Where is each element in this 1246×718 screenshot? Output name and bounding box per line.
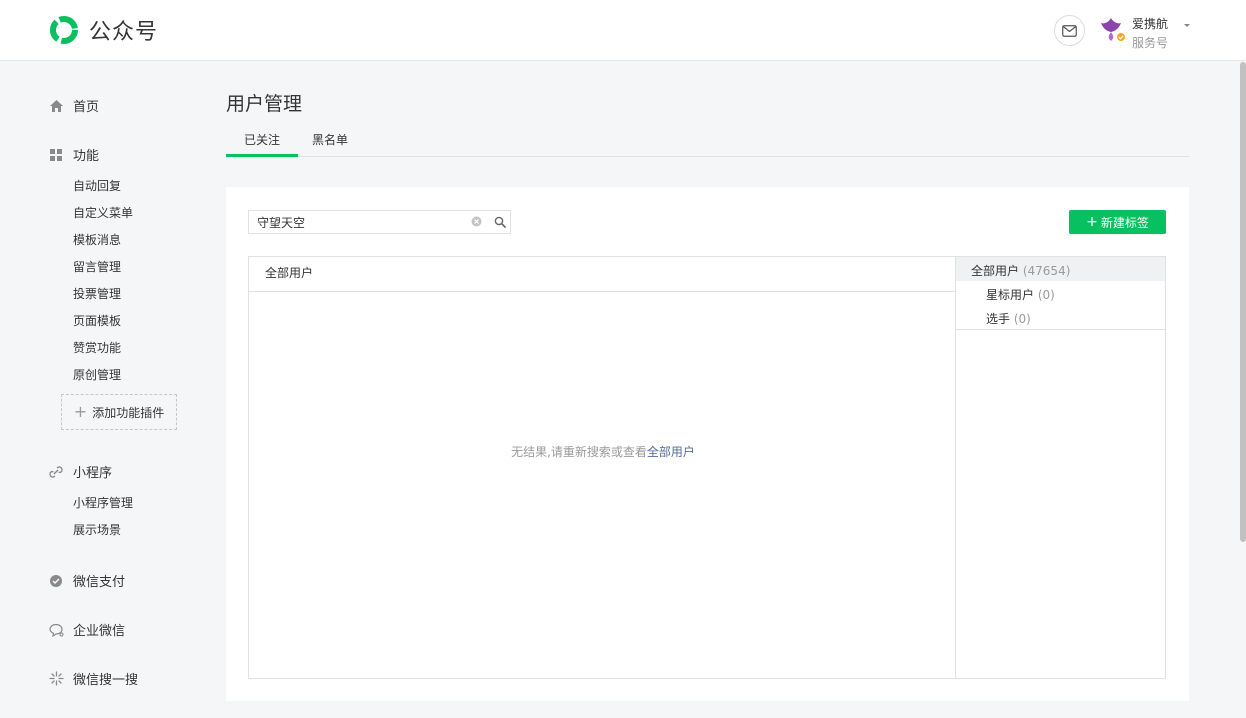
add-plugin-label: 添加功能插件 — [92, 405, 165, 420]
sidebar-item-label: 功能 — [73, 149, 100, 164]
page-scrollbar[interactable] — [1240, 62, 1246, 542]
user-panel: + 新建标签 全部用户 无结果,请重新搜索或查看全部用户 全部用户 (47654… — [226, 187, 1189, 701]
wechat-pay-icon — [48, 573, 64, 589]
tag-item-all[interactable]: 全部用户 (47654) — [971, 262, 1070, 279]
mail-button[interactable] — [1054, 15, 1085, 46]
sidebar-item-comment-management[interactable]: 留言管理 — [73, 258, 121, 275]
sidebar-item-reward[interactable]: 赞赏功能 — [73, 339, 121, 356]
sidebar-item-label: 首页 — [73, 100, 100, 115]
sidebar-item-label: 企业微信 — [73, 624, 126, 639]
sidebar-item-page-template[interactable]: 页面模板 — [73, 312, 121, 329]
page-title: 用户管理 — [226, 93, 303, 115]
sidebar-item-vote-management[interactable]: 投票管理 — [73, 285, 121, 302]
tag-name: 全部用户 — [971, 264, 1020, 278]
logo-icon — [50, 16, 78, 44]
plus-icon: + — [1086, 214, 1098, 230]
tag-count: (47654) — [1022, 264, 1071, 278]
sidebar-item-wechat-search[interactable]: 微信搜一搜 — [48, 669, 138, 688]
search-input[interactable] — [249, 211, 464, 233]
sidebar-item-display-scene[interactable]: 展示场景 — [73, 521, 121, 538]
tag-list: 全部用户 (47654) 星标用户 (0) 选手 (0) — [955, 256, 1166, 679]
sidebar-item-label: 微信搜一搜 — [73, 673, 139, 688]
tag-item-starred[interactable]: 星标用户 (0) — [986, 286, 1055, 303]
avatar[interactable] — [1097, 15, 1125, 43]
tab-blacklist[interactable]: 黑名单 — [312, 131, 348, 148]
all-users-link[interactable]: 全部用户 — [647, 445, 695, 459]
tag-count: (0) — [1013, 312, 1031, 326]
tab-followed[interactable]: 已关注 — [226, 131, 298, 148]
sidebar-item-wechat-pay[interactable]: 微信支付 — [48, 571, 125, 590]
tab-active-indicator — [226, 154, 298, 157]
sidebar-item-custom-menu[interactable]: 自定义菜单 — [73, 204, 133, 221]
plus-icon: + — [73, 402, 88, 421]
sidebar-item-home[interactable]: 首页 — [48, 96, 99, 115]
tag-name: 星标用户 — [986, 288, 1035, 302]
tabs-divider — [226, 156, 1189, 157]
top-header: 公众号 爱携航 服务号 — [0, 0, 1246, 61]
sidebar-item-template-message[interactable]: 模板消息 — [73, 231, 121, 248]
new-tag-button[interactable]: + 新建标签 — [1069, 210, 1166, 234]
clear-icon[interactable] — [471, 216, 482, 227]
new-tag-label: 新建标签 — [1100, 215, 1149, 230]
tag-divider — [956, 329, 1165, 330]
empty-state: 无结果,请重新搜索或查看全部用户 — [249, 443, 957, 460]
logo-text: 公众号 — [89, 20, 159, 45]
chat-bubble-icon — [48, 622, 64, 638]
sidebar-item-auto-reply[interactable]: 自动回复 — [73, 177, 121, 194]
tag-name: 选手 — [986, 312, 1011, 326]
list-header: 全部用户 — [249, 257, 956, 292]
tag-count: (0) — [1037, 288, 1055, 302]
home-icon — [48, 98, 64, 114]
account-type: 服务号 — [1132, 36, 1169, 50]
mail-icon — [1062, 24, 1077, 37]
account-name[interactable]: 爱携航 — [1132, 15, 1168, 32]
add-plugin-button[interactable]: + 添加功能插件 — [61, 394, 177, 430]
logo[interactable]: 公众号 — [48, 14, 158, 46]
sidebar-item-miniprogram[interactable]: 小程序 — [48, 462, 112, 481]
sidebar-item-wecom[interactable]: 企业微信 — [48, 620, 125, 639]
search-icon[interactable] — [494, 216, 506, 228]
search-box — [248, 210, 511, 234]
empty-message: 无结果,请重新搜索或查看 — [511, 445, 647, 459]
sidebar-item-label: 小程序 — [73, 466, 113, 481]
sidebar-item-original-management[interactable]: 原创管理 — [73, 366, 121, 383]
grid-icon — [48, 147, 64, 163]
tag-item-player[interactable]: 选手 (0) — [986, 310, 1031, 327]
sidebar-item-label: 微信支付 — [73, 575, 126, 590]
chevron-down-icon[interactable] — [1184, 24, 1190, 27]
sidebar-item-features[interactable]: 功能 — [48, 145, 99, 164]
user-list: 全部用户 无结果,请重新搜索或查看全部用户 — [248, 256, 956, 679]
sidebar-item-miniprogram-management[interactable]: 小程序管理 — [73, 494, 133, 511]
sparkle-icon — [48, 671, 64, 687]
link-icon — [48, 464, 64, 480]
